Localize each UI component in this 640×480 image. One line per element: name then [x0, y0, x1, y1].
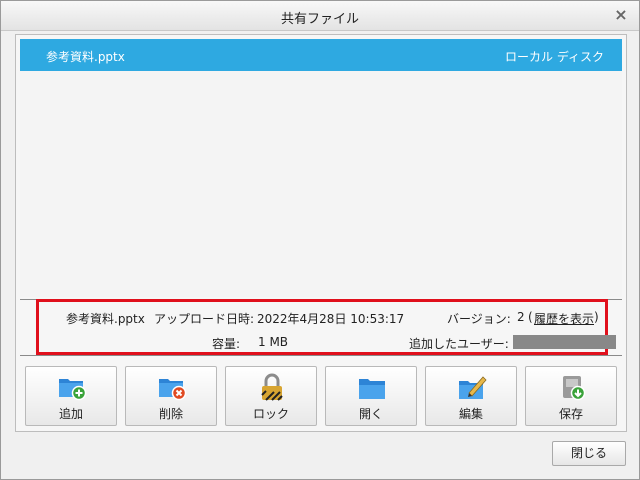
added-by-user-redacted [513, 335, 616, 349]
folder-delete-icon [159, 379, 187, 401]
version-label: バージョン: [447, 312, 511, 326]
folder-add-icon [59, 379, 87, 401]
file-list-row-selected[interactable]: 参考資料.pptx ローカル ディスク [20, 39, 622, 71]
upload-date-label: アップロード日時: [154, 312, 255, 326]
add-button[interactable]: 追加 [25, 366, 117, 426]
lock-button[interactable]: ロック [225, 366, 317, 426]
save-download-icon [563, 376, 586, 401]
folder-open-icon [359, 379, 385, 399]
file-name: 参考資料.pptx [46, 50, 125, 64]
content-panel: 参考資料.pptx ローカル ディスク 参考資料.pptx アップロード日時: … [15, 34, 627, 432]
show-history-link[interactable]: 履歴を表示 [534, 310, 594, 327]
size-label: 容量: [212, 337, 241, 351]
lock-label: ロック [252, 407, 289, 421]
detail-file-name: 参考資料.pptx [66, 312, 145, 326]
open-button[interactable]: 開く [325, 366, 417, 426]
divider-bottom [20, 355, 622, 356]
file-location: ローカル ディスク [505, 50, 604, 64]
delete-button[interactable]: 削除 [125, 366, 217, 426]
history-paren-open: ( [528, 310, 533, 324]
version-value: 2 [517, 310, 525, 324]
title-bar: 共有ファイル × [1, 1, 639, 31]
action-toolbar: 追加 削除 ロック 開く 編集 保存 [25, 366, 621, 426]
window-title: 共有ファイル [280, 12, 359, 27]
close-dialog-button[interactable]: 閉じる [552, 441, 626, 466]
history-paren-close: ) [594, 310, 599, 324]
folder-edit-icon [459, 376, 487, 399]
added-by-label: 追加したユーザー: [409, 337, 509, 351]
close-icon[interactable]: × [613, 7, 629, 23]
open-label: 開く [358, 407, 383, 421]
shared-files-dialog: 共有ファイル × 参考資料.pptx ローカル ディスク 参考資料.pptx ア… [0, 0, 640, 480]
upload-date-value: 2022年4月28日 10:53:17 [257, 312, 405, 326]
add-label: 追加 [58, 407, 83, 421]
delete-label: 削除 [158, 407, 183, 421]
save-label: 保存 [558, 407, 583, 421]
save-button[interactable]: 保存 [525, 366, 617, 426]
file-details-box: 参考資料.pptx アップロード日時: 2022年4月28日 10:53:17 … [36, 299, 616, 355]
size-value: 1 MB [258, 335, 289, 349]
edit-button[interactable]: 編集 [425, 366, 517, 426]
padlock-icon [261, 373, 283, 401]
file-list: 参考資料.pptx ローカル ディスク [20, 39, 622, 297]
edit-label: 編集 [458, 407, 483, 421]
